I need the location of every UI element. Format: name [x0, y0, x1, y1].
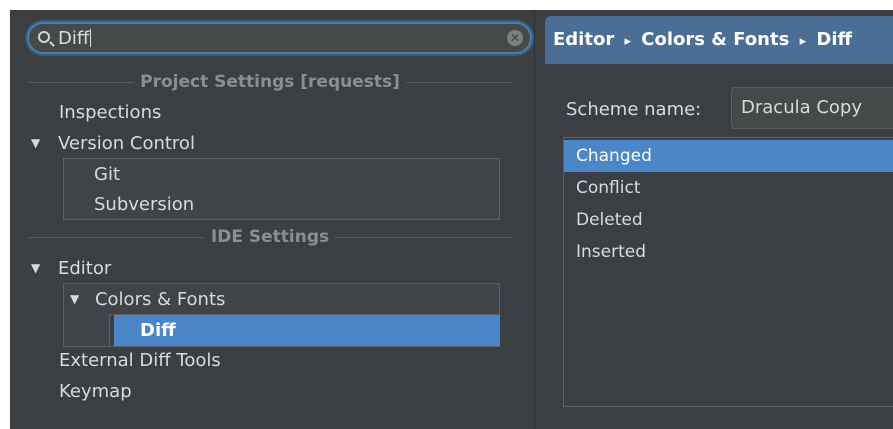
tree-item-editor[interactable]: ▼ Editor	[10, 253, 534, 283]
tree-item-label: Editor	[57, 258, 112, 279]
ide-settings-label: IDE Settings	[204, 227, 336, 247]
list-item-conflict[interactable]: Conflict	[564, 172, 893, 204]
search-input[interactable]: Diff	[58, 29, 92, 49]
expanded-triangle-icon[interactable]: ▼	[70, 284, 79, 314]
tree-item-label: Diff	[140, 320, 176, 341]
breadcrumb-item[interactable]: Editor	[553, 29, 614, 50]
list-item-changed[interactable]: Changed	[564, 140, 893, 172]
tree-item-label: Version Control	[57, 133, 195, 154]
expanded-triangle-icon[interactable]: ▼	[31, 128, 40, 158]
settings-dialog: Diff ✕ Project Settings [requests] Inspe…	[10, 10, 893, 429]
list-item-label: Conflict	[576, 178, 641, 198]
tree-item-keymap[interactable]: Keymap	[10, 377, 534, 407]
list-item-deleted[interactable]: Deleted	[564, 204, 893, 236]
tree-item-label: Git	[94, 164, 121, 185]
breadcrumb-item[interactable]: Diff	[816, 29, 852, 50]
tree-item-label: External Diff Tools	[59, 350, 221, 371]
tree-item-version-control[interactable]: ▼ Version Control	[10, 128, 534, 158]
tree-item-inspections[interactable]: Inspections	[10, 98, 534, 128]
tree-item-label: Keymap	[59, 381, 132, 402]
search-icon	[38, 31, 50, 43]
scheme-name-dropdown[interactable]: Dracula Copy	[731, 87, 893, 129]
list-item-inserted[interactable]: Inserted	[564, 236, 893, 268]
settings-search-field[interactable]: Diff ✕	[27, 22, 532, 54]
list-item-label: Deleted	[576, 210, 643, 230]
tree-item-label: Subversion	[94, 194, 195, 215]
tree-item-subversion[interactable]: Subversion	[10, 190, 534, 220]
settings-content-panel: Editor ▸ Colors & Fonts ▸ Diff Scheme na…	[535, 10, 893, 429]
tree-item-git[interactable]: Git	[10, 160, 534, 190]
tree-item-diff[interactable]: Diff	[10, 315, 534, 346]
project-settings-label: Project Settings [requests]	[134, 72, 406, 92]
ide-settings-header: IDE Settings	[28, 227, 512, 247]
tree-item-external-diff-tools[interactable]: External Diff Tools	[10, 346, 534, 376]
diff-color-list: Changed Conflict Deleted Inserted	[563, 137, 893, 407]
tree-item-label: Colors & Fonts	[94, 289, 226, 310]
breadcrumb-separator-icon: ▸	[624, 34, 632, 49]
text-cursor	[90, 29, 92, 47]
list-item-label: Inserted	[576, 242, 647, 262]
breadcrumb-item[interactable]: Colors & Fonts	[641, 29, 789, 50]
clear-search-icon[interactable]: ✕	[507, 30, 523, 46]
breadcrumb-separator-icon: ▸	[799, 34, 807, 49]
list-item-label: Changed	[576, 146, 652, 166]
tree-item-colors-fonts[interactable]: ▼ Colors & Fonts	[10, 284, 534, 314]
project-settings-header: Project Settings [requests]	[28, 72, 512, 92]
breadcrumb: Editor ▸ Colors & Fonts ▸ Diff	[545, 16, 893, 64]
expanded-triangle-icon[interactable]: ▼	[31, 253, 40, 283]
scheme-name-value: Dracula Copy	[741, 97, 863, 118]
scheme-name-label: Scheme name:	[566, 99, 702, 120]
settings-tree-panel: Diff ✕ Project Settings [requests] Inspe…	[10, 10, 534, 429]
tree-item-label: Inspections	[59, 102, 162, 123]
